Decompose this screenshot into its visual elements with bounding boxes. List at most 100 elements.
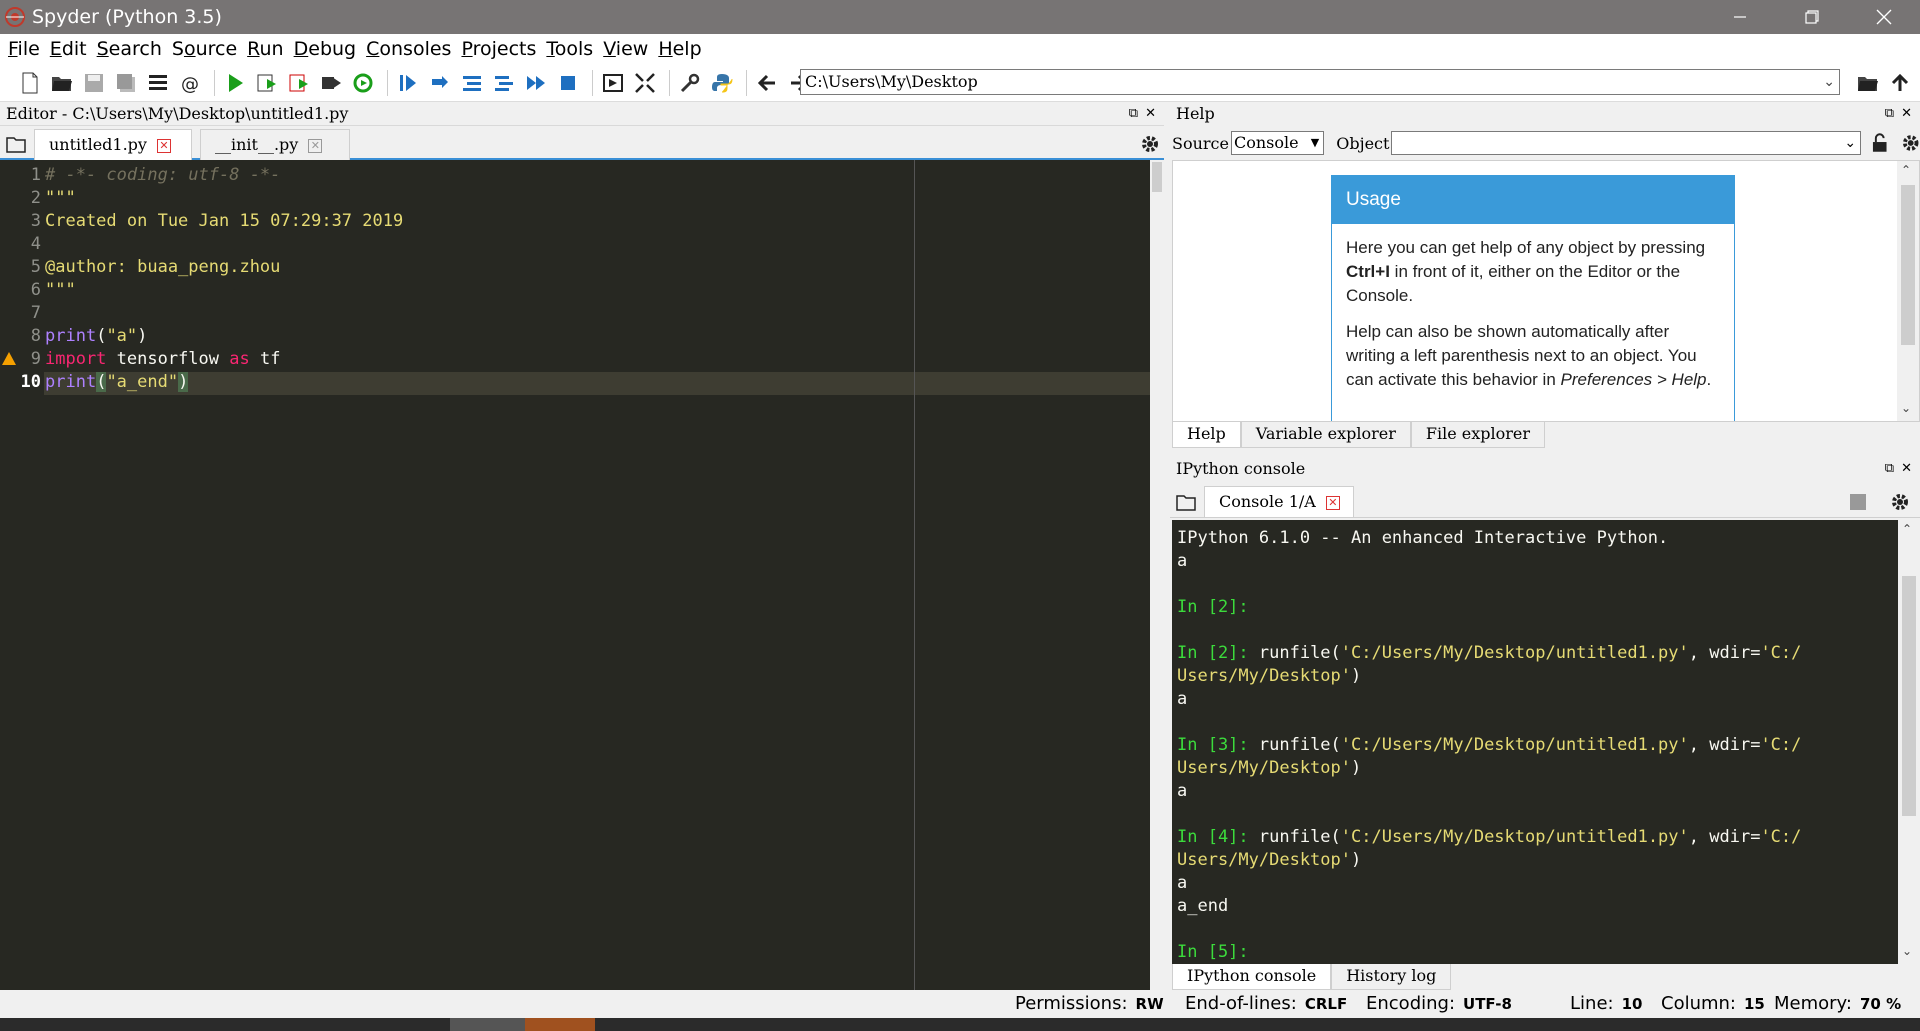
usage-paragraph: Here you can get help of any object by p… — [1332, 224, 1734, 308]
scrollbar-thumb[interactable] — [1901, 185, 1915, 345]
browse-tabs-icon[interactable] — [1176, 493, 1196, 511]
console-scrollbar[interactable]: ⌃ ⌄ — [1898, 520, 1920, 964]
scrollbar-thumb[interactable] — [1902, 576, 1916, 816]
menu-source[interactable]: Source — [172, 38, 237, 60]
restore-button[interactable] — [1776, 0, 1848, 34]
stop-debug-button[interactable] — [554, 69, 582, 97]
code-editor[interactable]: 1 2 3 4 5 6 7 8 9 10 # -*- coding: utf-8… — [0, 160, 1164, 990]
dropdown-arrow-icon: ▼ — [1310, 136, 1320, 149]
undock-icon[interactable]: ⧉ — [1885, 457, 1894, 481]
chevron-up-icon[interactable]: ⌃ — [1901, 163, 1911, 177]
tab-untitled1[interactable]: untitled1.py ✕ — [34, 129, 192, 160]
back-button[interactable] — [753, 69, 781, 97]
scrollbar-thumb[interactable] — [1152, 162, 1162, 192]
usage-text: Here you can get help of any object by p… — [1346, 238, 1706, 257]
browse-tabs-icon[interactable] — [6, 135, 26, 153]
taskbar-item-active[interactable] — [525, 1018, 595, 1031]
console-text: runfile( — [1248, 643, 1341, 663]
lock-icon[interactable] — [1871, 133, 1888, 153]
tab-label: __init__.py — [215, 135, 299, 154]
browse-directory-button[interactable] — [1854, 69, 1882, 97]
tab-label: Console 1/A — [1219, 492, 1316, 511]
debug-button[interactable] — [394, 69, 422, 97]
save-all-button[interactable] — [112, 69, 140, 97]
close-tab-icon[interactable]: ✕ — [1325, 495, 1340, 510]
object-combo[interactable]: ⌄ — [1391, 131, 1862, 155]
step-icon — [432, 75, 448, 88]
help-scrollbar[interactable]: ⌃ ⌄ — [1897, 161, 1919, 421]
ipython-title: IPython console — [1176, 459, 1306, 478]
chevron-down-icon[interactable]: ⌄ — [1823, 70, 1835, 94]
tab-help[interactable]: Help — [1172, 422, 1241, 448]
menu-tools[interactable]: Tools — [546, 38, 593, 60]
close-pane-icon[interactable]: ✕ — [1145, 102, 1156, 126]
gear-icon[interactable] — [1901, 133, 1920, 153]
new-file-button[interactable] — [16, 69, 44, 97]
tab-ipython-console[interactable]: IPython console — [1172, 964, 1332, 990]
save-file-button[interactable] — [80, 69, 108, 97]
menu-file[interactable]: File — [8, 38, 40, 60]
chevron-up-icon[interactable]: ⌃ — [1902, 522, 1912, 536]
preferences-at-button[interactable]: @ — [176, 69, 204, 97]
continue-button[interactable] — [522, 69, 550, 97]
run-selection-button[interactable] — [317, 69, 345, 97]
editor-scrollbar[interactable] — [1150, 160, 1164, 990]
tab-file-explorer[interactable]: File explorer — [1410, 422, 1546, 448]
tab-console-1a[interactable]: Console 1/A ✕ — [1204, 486, 1354, 517]
console-output[interactable]: IPython 6.1.0 -- An enhanced Interactive… — [1172, 520, 1920, 964]
fullscreen-button[interactable] — [631, 69, 659, 97]
console-prompt: In [2]: — [1177, 597, 1249, 617]
close-tab-icon[interactable]: ✕ — [156, 138, 171, 153]
stop-console-icon[interactable] — [1850, 494, 1866, 510]
preferences-button[interactable] — [676, 69, 704, 97]
step-button[interactable] — [426, 69, 454, 97]
browse-tabs-button[interactable] — [144, 69, 172, 97]
run-cell-button[interactable] — [253, 69, 281, 97]
source-combo[interactable]: Console ▼ — [1230, 131, 1325, 155]
source-label: Source — [1172, 133, 1229, 153]
menu-edit[interactable]: Edit — [50, 38, 87, 60]
at-sign-icon: @ — [181, 74, 199, 95]
tab-init[interactable]: __init__.py ✕ — [200, 129, 350, 160]
run-cell-advance-button[interactable] — [285, 69, 313, 97]
line-number: 2 — [30, 188, 41, 208]
maximize-pane-button[interactable] — [599, 69, 627, 97]
step-into-button[interactable] — [458, 69, 486, 97]
gear-icon[interactable] — [1890, 492, 1910, 512]
close-tab-icon[interactable]: ✕ — [308, 138, 323, 153]
python-path-button[interactable] — [708, 69, 736, 97]
close-window-button[interactable] — [1848, 0, 1920, 34]
token-name: tf — [249, 349, 281, 369]
menu-run[interactable]: Run — [247, 38, 283, 60]
undock-icon[interactable]: ⧉ — [1885, 102, 1894, 126]
chevron-down-icon[interactable]: ⌄ — [1902, 944, 1912, 958]
gear-icon[interactable] — [1140, 134, 1160, 154]
minimize-button[interactable] — [1704, 0, 1776, 34]
console-line: In [2]: runfile('C:/Users/My/Desktop/unt… — [1177, 643, 1801, 663]
taskbar-item[interactable] — [450, 1018, 525, 1031]
menu-consoles[interactable]: Consoles — [366, 38, 451, 60]
tab-variable-explorer[interactable]: Variable explorer — [1240, 422, 1411, 448]
menu-debug[interactable]: Debug — [294, 38, 357, 60]
console-line: In [4]: runfile('C:/Users/My/Desktop/unt… — [1177, 827, 1801, 847]
chevron-down-icon[interactable]: ⌄ — [1901, 401, 1911, 415]
stop-icon — [561, 75, 575, 90]
tab-history-log[interactable]: History log — [1331, 964, 1452, 990]
menu-help[interactable]: Help — [658, 38, 701, 60]
open-file-button[interactable] — [48, 69, 76, 97]
close-pane-icon[interactable]: ✕ — [1901, 457, 1912, 481]
console-tab-bar: Console 1/A ✕ — [1170, 484, 1920, 518]
title-bar: Spyder (Python 3.5) — [0, 0, 1920, 34]
menu-view[interactable]: View — [603, 38, 648, 60]
menu-search[interactable]: Search — [97, 38, 162, 60]
editor-pane-header: Editor - C:\Users\My\Desktop\untitled1.p… — [0, 102, 1164, 126]
step-return-button[interactable] — [490, 69, 518, 97]
working-directory-combo[interactable]: C:\Users\My\Desktop ⌄ — [800, 69, 1840, 95]
menu-projects[interactable]: Projects — [461, 38, 536, 60]
rerun-button[interactable] — [349, 69, 377, 97]
close-pane-icon[interactable]: ✕ — [1901, 102, 1912, 126]
undock-icon[interactable]: ⧉ — [1129, 102, 1138, 126]
run-button[interactable] — [221, 69, 249, 97]
code-line-current: print("a_end") — [45, 372, 189, 392]
parent-directory-button[interactable] — [1886, 69, 1914, 97]
